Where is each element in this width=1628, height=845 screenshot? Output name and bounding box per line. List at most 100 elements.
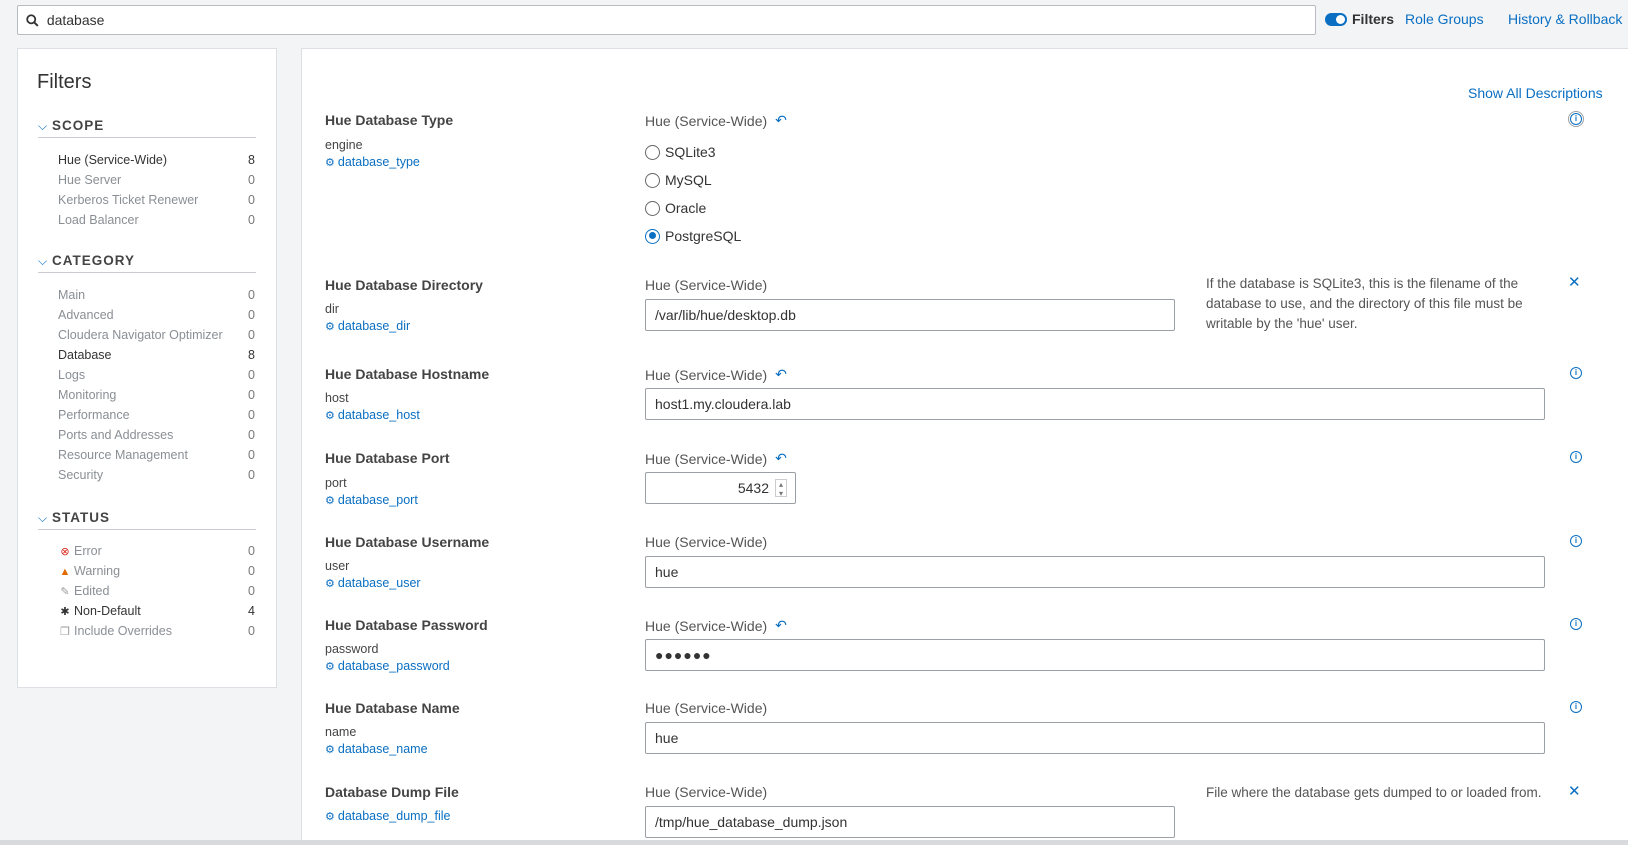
search-box[interactable]	[17, 5, 1316, 35]
filter-label: Database	[58, 348, 112, 362]
database-name-input[interactable]: hue	[645, 722, 1545, 754]
filter-label: Resource Management	[58, 448, 188, 462]
undo-icon[interactable]: ↶	[775, 617, 787, 634]
filter-item[interactable]: Logs 0	[58, 368, 255, 386]
filter-item[interactable]: ✱ Non-Default 4	[58, 604, 255, 622]
gears-icon: ⚙	[325, 743, 335, 756]
param-name-link[interactable]: ⚙ database_name	[325, 742, 428, 756]
filter-label: Monitoring	[58, 388, 117, 402]
toggle-switch[interactable]	[1325, 12, 1347, 26]
port-value: 5432	[737, 480, 769, 496]
filter-item[interactable]: ▲ Warning 0	[58, 564, 255, 582]
show-all-descriptions-link[interactable]: Show All Descriptions	[1468, 85, 1603, 101]
param-title: Hue Database Directory	[325, 277, 483, 293]
filter-item[interactable]: Kerberos Ticket Renewer 0	[58, 193, 255, 211]
filter-item[interactable]: Ports and Addresses 0	[58, 428, 255, 446]
info-icon[interactable]: i	[1570, 701, 1582, 713]
radio-label: PostgreSQL	[665, 228, 742, 244]
param-name-link[interactable]: ⚙ database_user	[325, 576, 421, 590]
database-port-stepper[interactable]: 5432 ▴ ▾	[645, 472, 796, 504]
scope-section-header[interactable]: ⌵ SCOPE	[38, 118, 256, 138]
filter-label: Main	[58, 288, 86, 302]
stepper-arrows-icon[interactable]: ▴ ▾	[775, 479, 787, 498]
filters-toggle[interactable]: Filters	[1325, 11, 1394, 27]
scope-label: Hue (Service-Wide)	[645, 700, 768, 716]
scope-label: Hue (Service-Wide)	[645, 534, 768, 550]
database-dir-input[interactable]: /var/lib/hue/desktop.db	[645, 299, 1175, 331]
filter-item[interactable]: Database 8	[58, 348, 255, 366]
search-input[interactable]	[44, 11, 1315, 29]
filter-item[interactable]: Resource Management 0	[58, 448, 255, 466]
param-name-link[interactable]: ⚙ database_port	[325, 493, 418, 507]
filter-count: 0	[248, 368, 255, 382]
param-name-link[interactable]: ⚙ database_dir	[325, 319, 410, 333]
radio-label: MySQL	[665, 172, 712, 188]
param-name-link[interactable]: ⚙ database_type	[325, 155, 420, 169]
filter-label: Error	[74, 544, 102, 558]
category-section-header[interactable]: ⌵ CATEGORY	[38, 253, 256, 273]
param-name-text: database_name	[337, 742, 428, 756]
filter-item[interactable]: Monitoring 0	[58, 388, 255, 406]
radio-mysql[interactable]: MySQL	[645, 172, 712, 188]
param-key: user	[325, 559, 350, 573]
history-rollback-link[interactable]: History & Rollback	[1508, 11, 1622, 27]
status-label: STATUS	[52, 510, 110, 525]
database-user-input[interactable]: hue	[645, 556, 1545, 588]
chevron-down-icon: ⌵	[38, 511, 48, 525]
filter-item[interactable]: Hue (Service-Wide) 8	[58, 153, 255, 171]
database-password-input[interactable]: ●●●●●●	[645, 639, 1545, 671]
radio-oracle[interactable]: Oracle	[645, 200, 706, 216]
filter-count: 0	[248, 288, 255, 302]
filter-label: Non-Default	[74, 604, 141, 618]
undo-icon[interactable]: ↶	[775, 112, 787, 129]
database-host-input[interactable]: host1.my.cloudera.lab	[645, 388, 1545, 420]
filter-item[interactable]: ❐ Include Overrides 0	[58, 624, 255, 642]
info-icon[interactable]: i	[1570, 535, 1582, 547]
horizontal-scrollbar[interactable]	[0, 840, 1628, 845]
info-icon[interactable]: i	[1570, 618, 1582, 630]
scope-label: Hue (Service-Wide)	[645, 112, 768, 129]
param-name-link[interactable]: ⚙ database_password	[325, 659, 450, 673]
error-icon: ⊗	[60, 546, 70, 558]
filter-item[interactable]: Hue Server 0	[58, 173, 255, 191]
asterisk-icon: ✱	[60, 606, 70, 618]
scope-label: Hue (Service-Wide)	[645, 784, 768, 800]
radio-postgresql[interactable]: PostgreSQL	[645, 228, 741, 244]
filter-item[interactable]: Performance 0	[58, 408, 255, 426]
close-icon[interactable]: ✕	[1568, 782, 1581, 800]
filter-item[interactable]: Main 0	[58, 288, 255, 306]
radio-button[interactable]	[645, 200, 660, 216]
param-title: Hue Database Password	[325, 617, 488, 633]
radio-sqlite3[interactable]: SQLite3	[645, 144, 716, 160]
info-icon[interactable]: i	[1570, 451, 1582, 463]
param-name-link[interactable]: ⚙ database_host	[325, 408, 420, 422]
database-dump-file-input[interactable]: /tmp/hue_database_dump.json	[645, 806, 1175, 838]
filters-toggle-label: Filters	[1352, 11, 1395, 27]
filter-item[interactable]: Advanced 0	[58, 308, 255, 326]
param-key: host	[325, 391, 349, 405]
filter-item[interactable]: ✎ Edited 0	[58, 584, 255, 602]
undo-icon[interactable]: ↶	[775, 366, 787, 383]
scope-label: Hue (Service-Wide)	[645, 450, 768, 467]
info-icon[interactable]: i	[1568, 111, 1584, 127]
radio-button[interactable]	[645, 228, 660, 244]
status-section-header[interactable]: ⌵ STATUS	[38, 510, 256, 530]
filter-item[interactable]: ⊗ Error 0	[58, 544, 255, 562]
param-scope: Hue (Service-Wide) ↶	[645, 450, 787, 467]
filter-label: Warning	[74, 564, 121, 578]
close-icon[interactable]: ✕	[1568, 273, 1581, 291]
radio-button[interactable]	[645, 172, 660, 188]
filter-item[interactable]: Cloudera Navigator Optimizer 0	[58, 328, 255, 346]
role-groups-link[interactable]: Role Groups	[1405, 11, 1484, 27]
filter-count: 0	[248, 308, 255, 322]
radio-button[interactable]	[645, 144, 660, 160]
filter-item[interactable]: Load Balancer 0	[58, 213, 255, 231]
undo-icon[interactable]: ↶	[775, 450, 787, 467]
filter-item[interactable]: Security 0	[58, 468, 255, 486]
info-icon[interactable]: i	[1570, 367, 1582, 379]
filter-label: Hue Server	[58, 173, 122, 187]
filters-title: Filters	[37, 71, 92, 93]
param-name-link[interactable]: ⚙ database_dump_file	[325, 809, 450, 823]
filter-label: Load Balancer	[58, 213, 139, 227]
param-key: password	[325, 642, 379, 656]
